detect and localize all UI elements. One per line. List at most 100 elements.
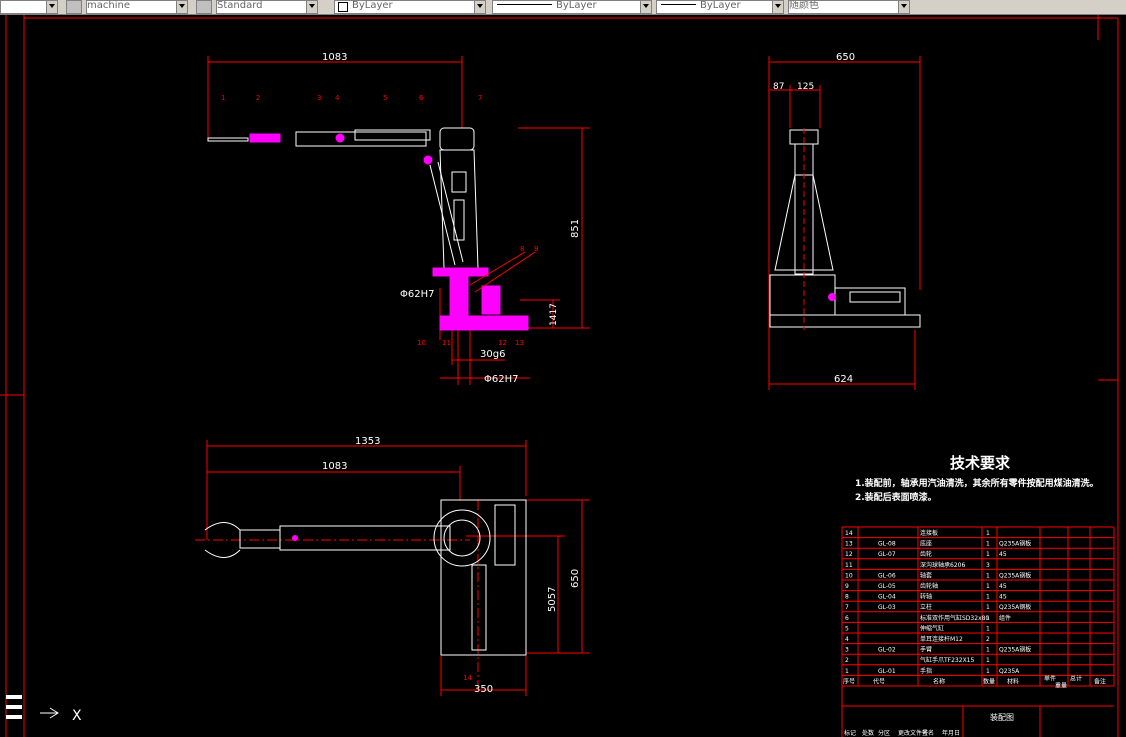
bom-row-qty: 1 bbox=[986, 541, 990, 548]
bom-row-name: 转轴 bbox=[920, 593, 932, 601]
properties-toolbar: machine Standard ByLayer ByLayer ByLayer… bbox=[0, 0, 1126, 15]
ucs-x-label: X bbox=[72, 708, 82, 724]
chevron-down-icon[interactable] bbox=[46, 1, 57, 13]
chevron-down-icon[interactable] bbox=[640, 1, 651, 13]
bom-row-qty: 3 bbox=[986, 562, 990, 569]
ucs-icon: X bbox=[40, 707, 82, 724]
top-dim-arm: 1083 bbox=[322, 461, 347, 472]
palette-bar-icon[interactable] bbox=[6, 695, 22, 699]
svg-text:1: 1 bbox=[221, 94, 225, 102]
title-block-field: 分区 bbox=[878, 729, 890, 737]
bom-header-unit: 单件 bbox=[1044, 674, 1056, 682]
bom-row-name: 立柱 bbox=[920, 603, 932, 611]
top-dim-total: 1353 bbox=[355, 436, 380, 447]
bom-row-name: 深沟球轴承6206 bbox=[920, 561, 965, 569]
bom-row-qty: 1 bbox=[986, 615, 990, 622]
layer-combo[interactable] bbox=[0, 0, 58, 14]
bom-row-name: 底座 bbox=[920, 540, 932, 548]
bom-row-code: GL-08 bbox=[878, 541, 896, 548]
bom-row-no: 3 bbox=[845, 647, 849, 654]
top-dim-inner: 5057 bbox=[547, 587, 558, 612]
bom-row-code: GL-03 bbox=[878, 604, 896, 611]
bom-row-name: 手指 bbox=[920, 667, 932, 675]
plot-color-combo[interactable]: 随颜色 bbox=[788, 0, 910, 14]
bom-header-code: 代号 bbox=[873, 677, 885, 685]
svg-text:11: 11 bbox=[442, 339, 451, 347]
bom-row-material: 45 bbox=[999, 551, 1007, 558]
bom-row-qty: 1 bbox=[986, 668, 990, 675]
bom-row-no: 10 bbox=[845, 572, 853, 579]
bom-row-qty: 1 bbox=[986, 657, 990, 664]
bom-row-no: 9 bbox=[845, 583, 849, 590]
bom-row-code: GL-07 bbox=[878, 551, 896, 558]
text-style-icon[interactable] bbox=[196, 0, 212, 14]
front-dia-bottom: Φ62H7 bbox=[484, 374, 518, 385]
bom-row-material: Q235A钢板 bbox=[999, 646, 1031, 654]
front-dim-width: 1083 bbox=[322, 52, 347, 63]
svg-text:7: 7 bbox=[478, 94, 482, 102]
bom-row-code: GL-04 bbox=[878, 594, 896, 601]
bom-row-material: 45 bbox=[999, 583, 1007, 590]
bom-row-no: 1 bbox=[845, 668, 849, 675]
top-dim-height: 650 bbox=[570, 569, 581, 588]
bom-row-no: 7 bbox=[845, 604, 849, 611]
chevron-down-icon[interactable] bbox=[772, 1, 783, 13]
chevron-down-icon[interactable] bbox=[306, 1, 317, 13]
bom-row-no: 14 bbox=[845, 530, 853, 537]
linetype-combo[interactable]: ByLayer bbox=[492, 0, 652, 14]
tech-title: 技术要求 bbox=[950, 454, 1011, 472]
bom-row-no: 5 bbox=[845, 625, 849, 632]
bom-row-no: 11 bbox=[845, 562, 853, 569]
chevron-down-icon[interactable] bbox=[898, 1, 909, 13]
bom-row-qty: 1 bbox=[986, 583, 990, 590]
bom-row-no: 12 bbox=[845, 551, 853, 558]
side-palette[interactable] bbox=[2, 690, 26, 732]
plot-style-icon[interactable] bbox=[66, 0, 82, 14]
bom-row-material: Q235A钢板 bbox=[999, 571, 1031, 579]
lineweight-combo[interactable]: ByLayer bbox=[656, 0, 784, 14]
bom-row-code: GL-01 bbox=[878, 668, 896, 675]
svg-text:8: 8 bbox=[520, 245, 524, 253]
bom-row-qty: 1 bbox=[986, 530, 990, 537]
chevron-down-icon[interactable] bbox=[474, 1, 485, 13]
bom-row-name: 气缸手爪TF232X15 bbox=[920, 656, 974, 664]
color-combo[interactable]: ByLayer bbox=[334, 0, 486, 14]
plot-style-combo[interactable]: machine bbox=[86, 0, 188, 14]
svg-text:10: 10 bbox=[417, 339, 426, 347]
palette-bar-icon[interactable] bbox=[6, 705, 22, 709]
bom-header-material: 材料 bbox=[1007, 677, 1019, 685]
bom-row-name: 手臂 bbox=[920, 646, 932, 654]
bom-row-material: Q235A钢板 bbox=[999, 540, 1031, 548]
bom-row-qty: 1 bbox=[986, 594, 990, 601]
title-block-field: 处数 bbox=[862, 729, 874, 737]
palette-bar-icon[interactable] bbox=[6, 715, 22, 719]
bom-row-code: GL-06 bbox=[878, 572, 896, 579]
bom-row-material: Q235A bbox=[999, 668, 1020, 675]
bom-row-no: 4 bbox=[845, 636, 849, 643]
tech-requirements: 技术要求 1.装配前，轴承用汽油清洗，其余所有零件按配用煤油清洗。 2.装配后表… bbox=[855, 454, 1099, 503]
bom-row-name: 伸缩气缸 bbox=[920, 624, 944, 632]
svg-text:2: 2 bbox=[256, 94, 260, 102]
linetype-preview bbox=[497, 4, 552, 5]
bom-row-no: 13 bbox=[845, 541, 853, 548]
text-style-combo[interactable]: Standard bbox=[216, 0, 318, 14]
front-dia-left: Φ62H7 bbox=[400, 289, 434, 300]
svg-text:6: 6 bbox=[419, 94, 424, 102]
bom-row-qty: 1 bbox=[986, 572, 990, 579]
bom-table: 14 连接板 113 GL-08 底座 1 Q235A钢板12 GL-07 齿轮 1 4511 深沟球… bbox=[841, 526, 1115, 737]
drawing-canvas[interactable]: 1083 851 1417 Φ62H7 30g6 Φ62H7 1 2 3 4 5… bbox=[0, 15, 1126, 737]
bom-row-name: 单耳连接杆M12 bbox=[920, 635, 963, 643]
bom-header-qty: 数量 bbox=[983, 677, 995, 685]
svg-text:5: 5 bbox=[383, 94, 387, 102]
chevron-down-icon[interactable] bbox=[176, 1, 187, 13]
front-view: 1083 851 1417 Φ62H7 30g6 Φ62H7 1 2 3 4 5… bbox=[207, 52, 590, 385]
bom-row-code: GL-02 bbox=[878, 647, 896, 654]
bom-row-qty: 2 bbox=[986, 636, 990, 643]
side-dim-width: 650 bbox=[836, 52, 855, 63]
svg-text:4: 4 bbox=[335, 94, 340, 102]
front-dim-height: 851 bbox=[570, 219, 581, 238]
bom-row-name: 轴套 bbox=[920, 571, 932, 579]
side-view: 650 87 125 624 bbox=[768, 52, 921, 390]
drawing-border bbox=[0, 15, 1119, 737]
bom-row-name: 标准双作用气缸SD32x80 bbox=[920, 614, 989, 622]
